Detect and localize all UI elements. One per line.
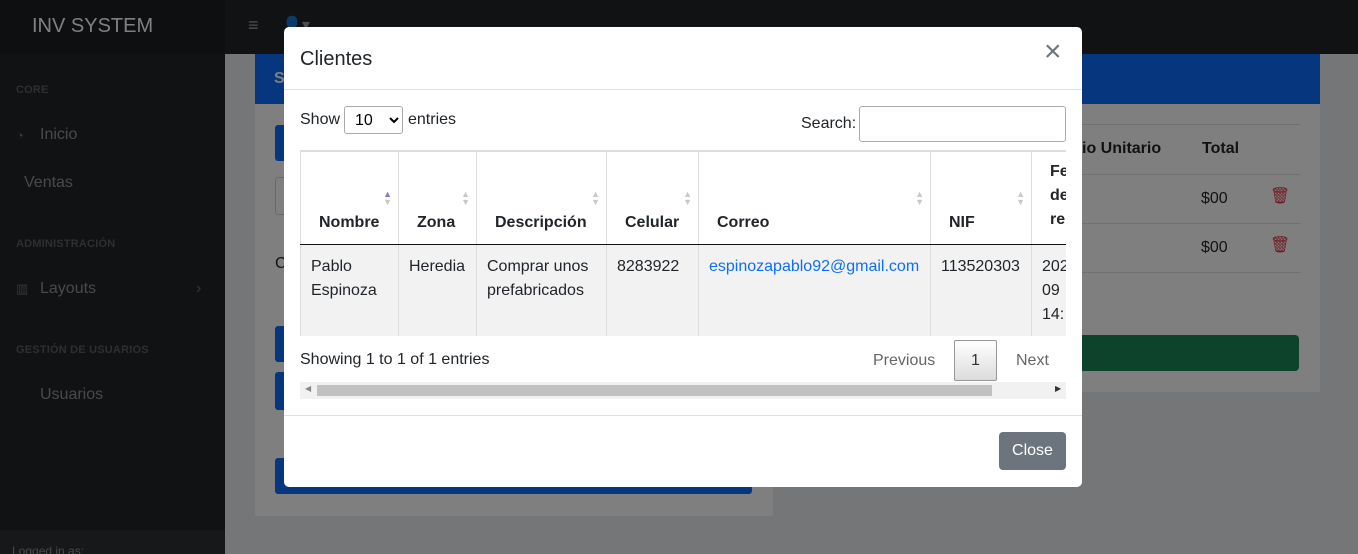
cell-descripcion: Comprar unos prefabricados: [476, 244, 607, 336]
sort-icon: ▲ ▼: [1016, 189, 1025, 207]
scrollbar-thumb[interactable]: [317, 385, 992, 396]
page-length-select[interactable]: 10: [344, 106, 403, 134]
close-button[interactable]: Close: [999, 432, 1066, 470]
table-header-row: Nombre ▲ ▼ Zona ▲ ▼ Descripción ▲ ▼ Celular ▲ ▼ …: [300, 151, 1066, 245]
sort-icon: ▲ ▼: [461, 189, 470, 207]
pagination-next[interactable]: Next: [1016, 352, 1049, 370]
modal-footer-divider: [284, 415, 1082, 416]
column-header-zona[interactable]: Zona ▲ ▼: [398, 151, 477, 245]
horizontal-scrollbar[interactable]: ◀ ▶: [300, 382, 1066, 399]
clientes-modal: Clientes × Show 10 entries Search: Nombr…: [284, 27, 1082, 487]
column-header-correo[interactable]: Correo ▲ ▼: [698, 151, 931, 245]
pagination-previous[interactable]: Previous: [873, 352, 935, 370]
cell-zona: Heredia: [398, 244, 477, 336]
sort-icon: ▲ ▼: [591, 189, 600, 207]
close-icon[interactable]: ×: [1044, 37, 1062, 67]
column-header-celular[interactable]: Celular ▲ ▼: [606, 151, 699, 245]
table-info: Showing 1 to 1 of 1 entries: [300, 351, 490, 368]
search-input[interactable]: [859, 106, 1066, 142]
cell-fecha: 202 09 14:: [1031, 244, 1066, 336]
column-header-nif[interactable]: NIF ▲ ▼: [930, 151, 1032, 245]
cell-correo: espinozapablo92@gmail.com: [698, 244, 931, 336]
cell-nif: 113520303: [930, 244, 1032, 336]
column-header-descripcion[interactable]: Descripción ▲ ▼: [476, 151, 607, 245]
cell-celular: 8283922: [606, 244, 699, 336]
sort-icon: ▲ ▼: [683, 189, 692, 207]
email-link[interactable]: espinozapablo92@gmail.com: [709, 258, 919, 275]
scroll-left-icon[interactable]: ◀: [305, 384, 311, 393]
clientes-table: Nombre ▲ ▼ Zona ▲ ▼ Descripción ▲ ▼ Celular ▲ ▼ …: [300, 150, 1066, 336]
modal-header-divider: [284, 89, 1082, 90]
pagination-page-current[interactable]: 1: [954, 340, 997, 381]
cell-nombre: Pablo Espinoza: [300, 244, 399, 336]
search-label: Search:: [801, 115, 857, 132]
column-header-fecha[interactable]: Fe de re: [1031, 151, 1066, 245]
length-label: Show: [300, 111, 341, 128]
column-header-nombre[interactable]: Nombre ▲ ▼: [300, 151, 399, 245]
length-label-suffix: entries: [408, 111, 457, 128]
clientes-table-scroll[interactable]: Nombre ▲ ▼ Zona ▲ ▼ Descripción ▲ ▼ Celular ▲ ▼ …: [300, 150, 1066, 336]
sort-asc-icon: ▲ ▼: [383, 189, 392, 207]
table-row[interactable]: Pablo Espinoza Heredia Comprar unos pref…: [300, 244, 1066, 336]
modal-title: Clientes: [300, 48, 373, 70]
sort-icon: ▲ ▼: [915, 189, 924, 207]
scroll-right-icon[interactable]: ▶: [1055, 384, 1061, 393]
